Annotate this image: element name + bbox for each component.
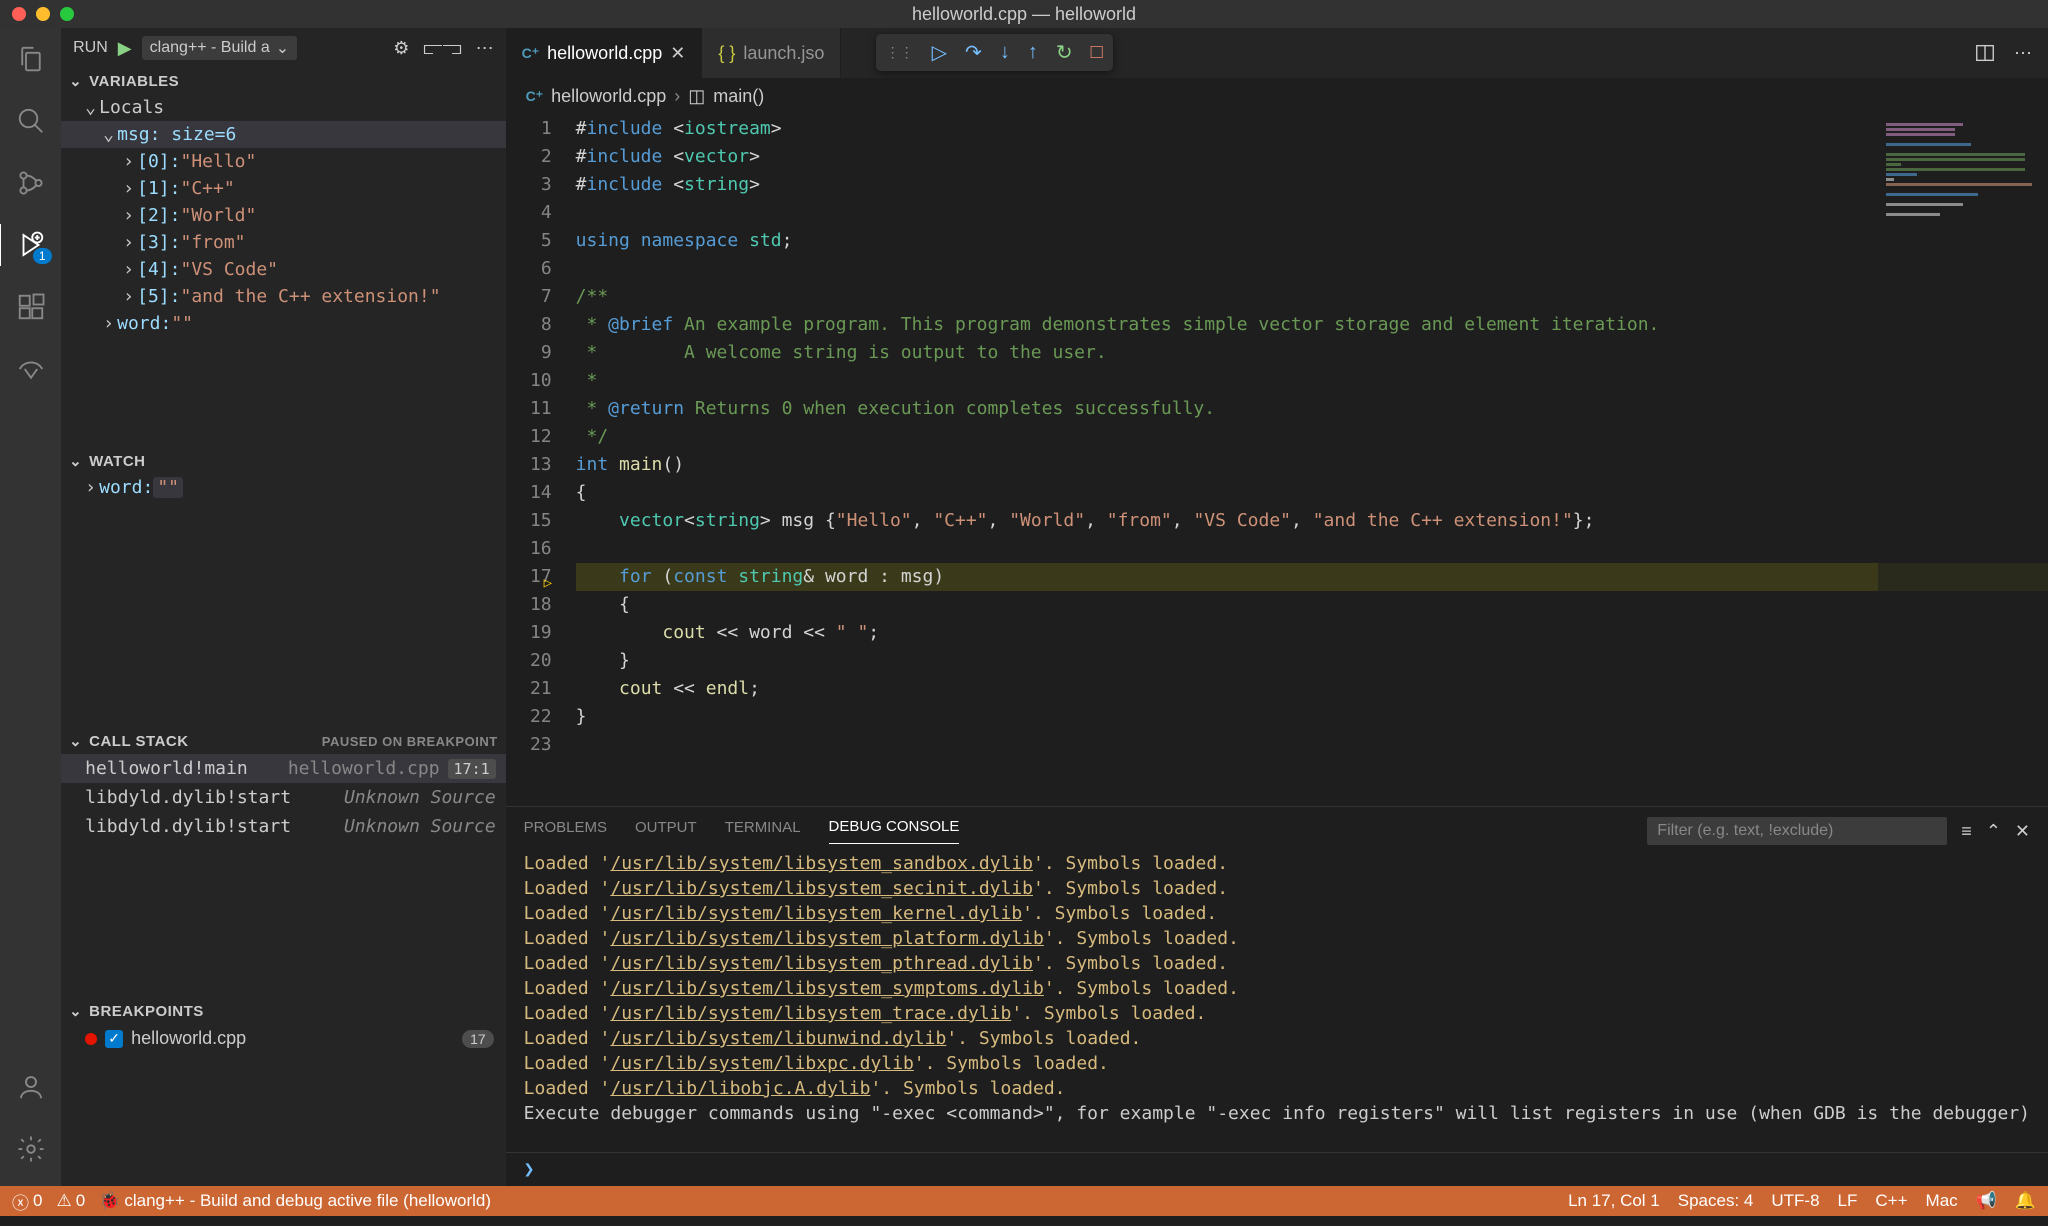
minimap[interactable] xyxy=(1878,115,2048,806)
tab-terminal[interactable]: TERMINAL xyxy=(725,819,801,844)
continue-icon[interactable]: ▷ xyxy=(932,40,947,65)
bottom-panel: PROBLEMS OUTPUT TERMINAL DEBUG CONSOLE F… xyxy=(506,806,2048,1186)
tab-problems[interactable]: PROBLEMS xyxy=(524,819,607,844)
console-input[interactable]: ❯ xyxy=(506,1152,2048,1186)
tab-helloworld[interactable]: C⁺ helloworld.cpp ✕ xyxy=(506,28,703,78)
run-label: RUN xyxy=(73,39,108,57)
var-item[interactable]: ›[2]: "World" xyxy=(61,202,506,229)
titlebar: helloworld.cpp — helloworld xyxy=(0,0,2048,28)
editor-area: C⁺ helloworld.cpp ✕ { } launch.jso ⋯ ⋮⋮ … xyxy=(506,28,2048,1186)
bell-icon[interactable]: 🔔 xyxy=(2015,1191,2036,1211)
var-item[interactable]: ›[1]: "C++" xyxy=(61,175,506,202)
search-icon[interactable] xyxy=(14,104,48,138)
breakpoints-header[interactable]: ⌄BREAKPOINTS xyxy=(61,998,506,1024)
split-editor-icon[interactable] xyxy=(1974,42,1996,64)
explorer-icon[interactable] xyxy=(14,42,48,76)
step-over-icon[interactable]: ↷ xyxy=(965,40,982,65)
step-out-icon[interactable]: ↑ xyxy=(1028,41,1038,64)
editor-body[interactable]: 12345678910111213141516▷17181920212223 #… xyxy=(506,115,2048,806)
os[interactable]: Mac xyxy=(1926,1191,1958,1211)
indentation[interactable]: Spaces: 4 xyxy=(1678,1191,1754,1211)
activity-bar: 1 xyxy=(0,28,61,1186)
close-window[interactable] xyxy=(12,7,26,21)
tab-debug-console[interactable]: DEBUG CONSOLE xyxy=(829,818,960,844)
locals-scope[interactable]: ⌄Locals xyxy=(61,94,506,121)
run-header: RUN ▶ clang++ - Build a⌄ ⚙ ⫍⫎ ⋯ xyxy=(61,28,506,68)
var-word[interactable]: ›word: "" xyxy=(61,310,506,337)
debug-badge: 1 xyxy=(33,248,52,264)
watch-word[interactable]: ›word: "" xyxy=(61,474,506,501)
cpp-file-icon: C⁺ xyxy=(526,88,544,105)
close-tab-icon[interactable]: ✕ xyxy=(670,43,685,64)
var-item[interactable]: ›[0]: "Hello" xyxy=(61,148,506,175)
breakpoint-dot-icon xyxy=(85,1033,97,1045)
step-into-icon[interactable]: ↓ xyxy=(1000,41,1010,64)
status-bar: ⓧ 0 ⚠ 0 🐞 clang++ - Build and debug acti… xyxy=(0,1186,2048,1216)
extensions-icon[interactable] xyxy=(14,290,48,324)
gear-icon[interactable]: ⚙ xyxy=(393,38,409,59)
eol[interactable]: LF xyxy=(1838,1191,1858,1211)
tab-launch[interactable]: { } launch.jso xyxy=(702,28,841,78)
cursor-position[interactable]: Ln 17, Col 1 xyxy=(1568,1191,1660,1211)
window-title: helloworld.cpp — helloworld xyxy=(912,4,1136,25)
more-actions-icon[interactable]: ⋯ xyxy=(2014,43,2032,64)
var-msg[interactable]: ⌄msg: size=6 xyxy=(61,121,506,148)
run-debug-icon[interactable]: 1 xyxy=(14,228,48,262)
debug-console-icon[interactable]: ⫍⫎ xyxy=(423,38,461,59)
grip-icon[interactable]: ⋮⋮ xyxy=(886,44,914,61)
window-controls xyxy=(12,7,74,21)
debug-config-select[interactable]: clang++ - Build a⌄ xyxy=(142,36,297,60)
filter-input[interactable]: Filter (e.g. text, !exclude) xyxy=(1647,817,1947,845)
callstack-frame[interactable]: libdyld.dylib!startUnknown Source xyxy=(61,783,506,812)
var-item[interactable]: ›[5]: "and the C++ extension!" xyxy=(61,283,506,310)
minimize-window[interactable] xyxy=(36,7,50,21)
accounts-icon[interactable] xyxy=(14,1070,48,1104)
source-control-icon[interactable] xyxy=(14,166,48,200)
watch-header[interactable]: ⌄WATCH xyxy=(61,448,506,474)
settings-icon[interactable] xyxy=(14,1132,48,1166)
stop-icon[interactable]: □ xyxy=(1091,41,1103,64)
cpp-file-icon: C⁺ xyxy=(522,45,540,62)
more-icon[interactable]: ⋯ xyxy=(476,38,494,59)
panel-close-icon[interactable]: ✕ xyxy=(2015,821,2030,842)
callstack-header[interactable]: ⌄CALL STACKPAUSED ON BREAKPOINT xyxy=(61,728,506,754)
breadcrumbs[interactable]: C⁺ helloworld.cpp › ◫ main() xyxy=(506,78,2048,115)
var-item[interactable]: ›[4]: "VS Code" xyxy=(61,256,506,283)
encoding[interactable]: UTF-8 xyxy=(1771,1191,1819,1211)
restart-icon[interactable]: ↻ xyxy=(1056,40,1073,65)
debug-sidebar: RUN ▶ clang++ - Build a⌄ ⚙ ⫍⫎ ⋯ ⌄VARIABL… xyxy=(61,28,506,1186)
debug-status[interactable]: 🐞 clang++ - Build and debug active file … xyxy=(99,1191,491,1211)
variables-header[interactable]: ⌄VARIABLES xyxy=(61,68,506,94)
callstack-frame[interactable]: libdyld.dylib!startUnknown Source xyxy=(61,812,506,841)
warnings-count[interactable]: ⚠ 0 xyxy=(56,1191,85,1211)
var-item[interactable]: ›[3]: "from" xyxy=(61,229,506,256)
maximize-window[interactable] xyxy=(60,7,74,21)
editor-tabs: C⁺ helloworld.cpp ✕ { } launch.jso ⋯ xyxy=(506,28,2048,78)
language-mode[interactable]: C++ xyxy=(1875,1191,1907,1211)
clear-console-icon[interactable]: ≡ xyxy=(1961,821,1972,842)
errors-count[interactable]: ⓧ 0 xyxy=(12,1189,42,1214)
breakpoint-row[interactable]: ✓ helloworld.cpp 17 xyxy=(61,1024,506,1053)
feedback-icon[interactable]: 📢 xyxy=(1976,1191,1997,1211)
json-file-icon: { } xyxy=(718,43,735,64)
tab-output[interactable]: OUTPUT xyxy=(635,819,697,844)
callstack-frame[interactable]: helloworld!mainhelloworld.cpp17:1 xyxy=(61,754,506,783)
live-share-icon[interactable] xyxy=(14,352,48,386)
debug-toolbar[interactable]: ⋮⋮ ▷ ↷ ↓ ↑ ↻ □ xyxy=(876,34,1113,71)
breakpoint-checkbox[interactable]: ✓ xyxy=(105,1030,123,1048)
start-debug-icon[interactable]: ▶ xyxy=(118,38,132,59)
cube-icon: ◫ xyxy=(688,86,705,107)
panel-chevron-icon[interactable]: ⌃ xyxy=(1986,821,2001,842)
